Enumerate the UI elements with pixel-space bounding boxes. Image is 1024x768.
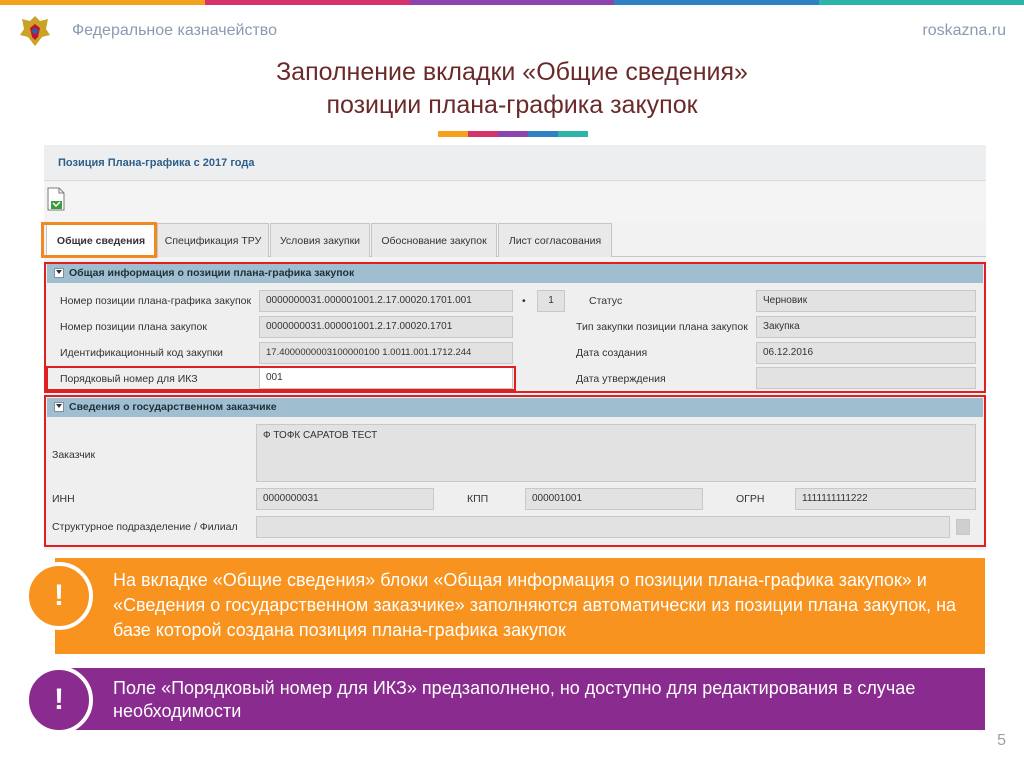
title-line-2: позиции плана-графика закупок xyxy=(326,91,698,119)
slide-title: Заполнение вкладки «Общие сведения» пози… xyxy=(0,56,1024,122)
highlight-ikz-seq xyxy=(46,366,516,391)
tab-conditions[interactable]: Условия закупки xyxy=(270,223,370,257)
tab-approval-sheet[interactable]: Лист согласования xyxy=(498,223,612,257)
slide-header: Федеральное казначейство roskazna.ru xyxy=(0,5,1024,49)
site-link[interactable]: roskazna.ru xyxy=(922,22,1006,40)
note-autofill-text: На вкладке «Общие сведения» блоки «Общая… xyxy=(113,570,957,640)
form-tabs: Общие сведения Спецификация ТРУ Условия … xyxy=(44,223,986,257)
document-icon[interactable] xyxy=(46,187,66,211)
emblem-icon xyxy=(20,16,50,46)
note-editable: Поле «Порядковый номер для ИКЗ» предзапо… xyxy=(55,668,985,730)
form-header: Позиция Плана-графика с 2017 года xyxy=(44,145,986,181)
exclamation-icon: ! xyxy=(25,666,93,734)
tab-justification[interactable]: Обоснование закупок xyxy=(371,223,497,257)
note-editable-text: Поле «Порядковый номер для ИКЗ» предзапо… xyxy=(113,678,916,721)
org-name: Федеральное казначейство xyxy=(72,22,277,39)
title-underline xyxy=(438,131,588,137)
highlight-active-tab xyxy=(41,222,157,258)
page-number: 5 xyxy=(997,732,1006,749)
form-title: Позиция Плана-графика с 2017 года xyxy=(58,157,255,169)
tab-specification[interactable]: Спецификация ТРУ xyxy=(157,223,269,257)
note-autofill: На вкладке «Общие сведения» блоки «Общая… xyxy=(55,558,985,654)
form-toolbar xyxy=(44,182,986,222)
exclamation-icon: ! xyxy=(25,562,93,630)
highlight-customer-section xyxy=(44,395,986,547)
plan-schedule-form: Позиция Плана-графика с 2017 года Общие … xyxy=(41,145,986,550)
title-line-1: Заполнение вкладки «Общие сведения» xyxy=(276,58,748,86)
